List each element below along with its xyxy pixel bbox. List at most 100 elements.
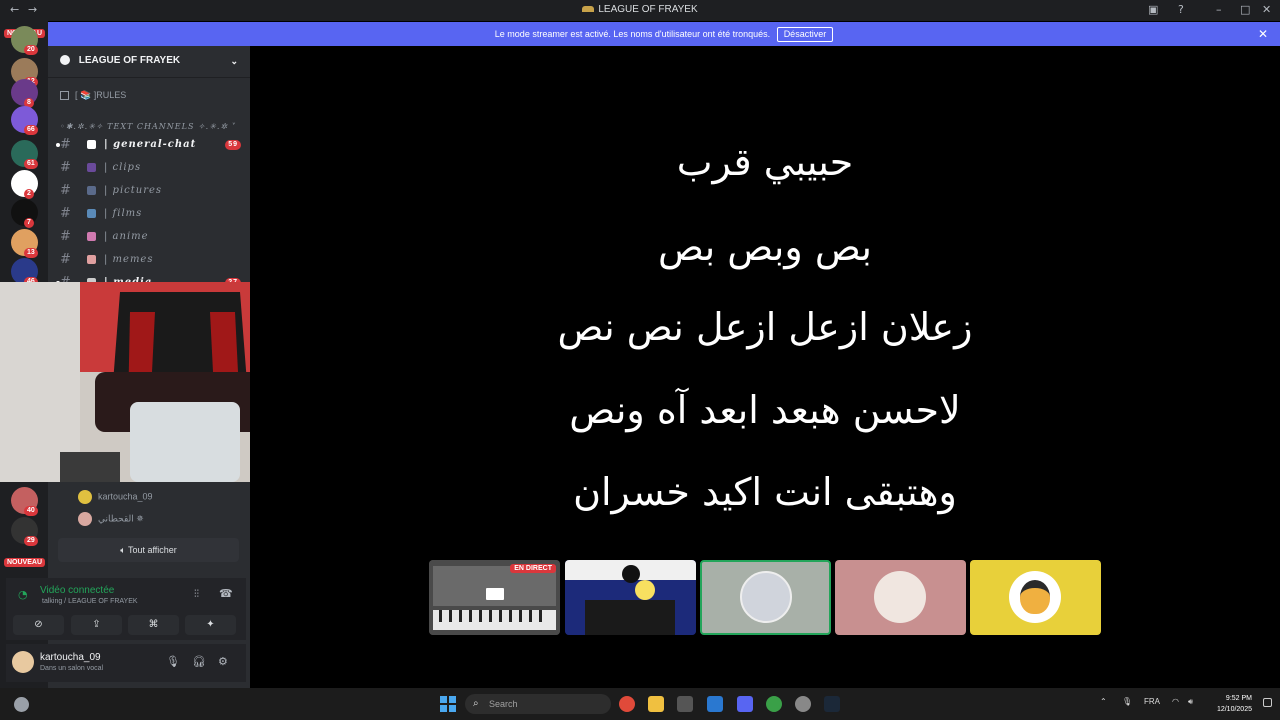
channel-general-chat[interactable]: # | general-chat 59 — [56, 135, 243, 155]
volume-icon[interactable]: 🔊︎ — [1188, 697, 1193, 707]
gamepad-icon: ⌘ — [148, 619, 159, 630]
search-icon: ⌕ — [473, 698, 479, 709]
gear-icon[interactable]: ⚙ — [218, 655, 228, 668]
mention-badge: 29 — [24, 536, 38, 546]
live-badge: EN DIRECT — [510, 564, 556, 573]
chevron-down-icon[interactable]: ⌄ — [230, 56, 238, 67]
chrome-icon[interactable] — [619, 696, 635, 712]
screen-share-button[interactable]: ⇪ — [71, 615, 122, 635]
server-name: LEAGUE OF FRAYEK — [78, 55, 181, 66]
stream-tile[interactable]: EN DIRECT — [429, 560, 560, 635]
lyric-line: وهتبقى انت اكيد خسران — [573, 470, 957, 514]
voice-user[interactable]: القحطاني ✵ — [78, 512, 144, 526]
app-icon[interactable] — [795, 696, 811, 712]
channel-anime[interactable]: # | anime — [58, 227, 243, 247]
window-title-text: LEAGUE OF FRAYEK — [598, 4, 698, 15]
lyric-line: لاحسن هبعد ابعد آه ونص — [569, 388, 961, 432]
mention-badge: 66 — [24, 125, 38, 135]
start-icon[interactable] — [440, 696, 456, 712]
screen-icon[interactable]: ▣ — [1148, 3, 1158, 16]
channel-memes[interactable]: # | memes — [58, 250, 243, 270]
lyric-line: زعلان ازعل ازعل نص نص — [557, 305, 973, 349]
unread-count-badge: 59 — [225, 140, 241, 150]
maximize-icon[interactable]: □ — [1240, 3, 1250, 16]
camera-off-button[interactable]: ⊘ — [13, 615, 64, 635]
search-placeholder: Search — [489, 699, 518, 709]
clock[interactable]: 9:52 PM 12/10/2025 — [1217, 693, 1252, 715]
hash-icon: # — [60, 160, 72, 175]
server-logo-icon — [582, 6, 595, 13]
channel-pictures[interactable]: # | pictures — [58, 181, 243, 201]
activity-button[interactable]: ⌘ — [128, 615, 179, 635]
effects-button[interactable]: ✦ — [185, 615, 236, 635]
show-all-label: Tout afficher — [127, 545, 177, 555]
voice-channel-subtitle[interactable]: talking / LEAGUE OF FRAYEK — [42, 598, 138, 605]
wifi-icon[interactable]: ◠ — [1172, 697, 1179, 706]
steam-icon[interactable] — [824, 696, 840, 712]
speaker-icon: 🔈︎ — [120, 545, 126, 555]
outlook-icon[interactable] — [707, 696, 723, 712]
hash-icon: # — [60, 206, 72, 221]
store-icon[interactable] — [677, 696, 693, 712]
help-icon[interactable]: ? — [1178, 3, 1184, 16]
file-explorer-icon[interactable] — [648, 696, 664, 712]
voice-user-name: القحطاني ✵ — [98, 513, 144, 524]
mention-badge: 2 — [24, 189, 34, 199]
chrome-alt-icon[interactable] — [766, 696, 782, 712]
headphones-icon[interactable]: 🎧︎ — [192, 655, 206, 668]
channel-name: | memes — [104, 254, 154, 265]
category-text-channels[interactable]: ◦✱.✲.✳✧ TEXT CHANNELS ✧.✳.✲ ˅ — [60, 122, 237, 131]
microphone-tray-icon[interactable]: 🎙︎ — [1122, 697, 1132, 706]
avatar[interactable] — [12, 651, 34, 673]
user-panel: kartoucha_09 Dans un salon vocal 🎙︎ 🎧︎ ⚙ — [6, 644, 246, 682]
mention-badge: 20 — [24, 45, 38, 55]
channel-emoji-icon — [87, 140, 96, 149]
tray-chevron-icon[interactable]: ⌃ — [1100, 697, 1107, 706]
username[interactable]: kartoucha_09 — [40, 652, 101, 663]
avatar — [740, 571, 792, 623]
clock-time: 9:52 PM — [1225, 695, 1252, 702]
hash-icon: # — [60, 183, 72, 198]
mention-badge: 40 — [24, 506, 38, 516]
channel-name: | clips — [104, 162, 142, 173]
channel-films[interactable]: # | films — [58, 204, 243, 224]
server-header[interactable]: LEAGUE OF FRAYEK ⌄ — [48, 46, 250, 78]
taskbar-search[interactable]: ⌕ Search — [465, 694, 611, 714]
channel-name: | anime — [104, 231, 149, 242]
widgets-icon[interactable] — [14, 697, 29, 712]
disable-streamer-button[interactable]: Désactiver — [776, 27, 834, 42]
hash-icon: # — [60, 229, 72, 244]
taskbar: ⌕ Search ⌃ 🎙︎ FRA ◠ 🔊︎ 9:52 PM 12/10/202… — [0, 688, 1280, 720]
lyric-line: بص وبص بص — [658, 225, 872, 269]
avatar — [78, 512, 92, 526]
voice-connection-panel: ◔ Vidéo connectée talking / LEAGUE OF FR… — [6, 578, 246, 640]
language-indicator[interactable]: FRA — [1144, 697, 1160, 706]
channel-name: | general-chat — [104, 139, 197, 150]
minimize-icon[interactable]: – — [1216, 3, 1222, 16]
close-icon[interactable]: ✕ — [1258, 22, 1268, 46]
soundboard-icon[interactable]: ⫶⫶ — [194, 589, 199, 600]
signal-icon: ◔ — [18, 588, 28, 601]
participant-avatar-tile[interactable] — [835, 560, 966, 635]
channel-emoji-icon — [87, 232, 96, 241]
voice-connected-title[interactable]: Vidéo connectée — [40, 585, 114, 596]
voice-user[interactable]: kartoucha_09 — [78, 490, 153, 504]
channel-rules[interactable]: [ 📚 ]RULES — [60, 90, 126, 101]
user-status: Dans un salon vocal — [40, 665, 104, 672]
notification-icon[interactable] — [1263, 698, 1272, 707]
lyric-line: حبيبي قرب — [676, 140, 854, 184]
discord-icon[interactable] — [737, 696, 753, 712]
microphone-icon[interactable]: 🎙︎ — [166, 655, 180, 668]
participant-avatar-tile[interactable] — [700, 560, 831, 635]
channel-emoji-icon — [87, 209, 96, 218]
participant-video-tile[interactable] — [565, 560, 696, 635]
channel-clips[interactable]: # | clips — [58, 158, 243, 178]
show-all-button[interactable]: 🔈︎ Tout afficher — [58, 538, 239, 562]
mention-badge: 7 — [24, 218, 34, 228]
participant-video — [565, 560, 696, 635]
server-icon — [60, 55, 70, 66]
participant-avatar-tile[interactable] — [970, 560, 1101, 635]
close-window-icon[interactable]: ✕ — [1262, 3, 1271, 16]
disconnect-icon[interactable]: ☎ — [219, 587, 233, 600]
checkbox-icon — [60, 91, 69, 101]
